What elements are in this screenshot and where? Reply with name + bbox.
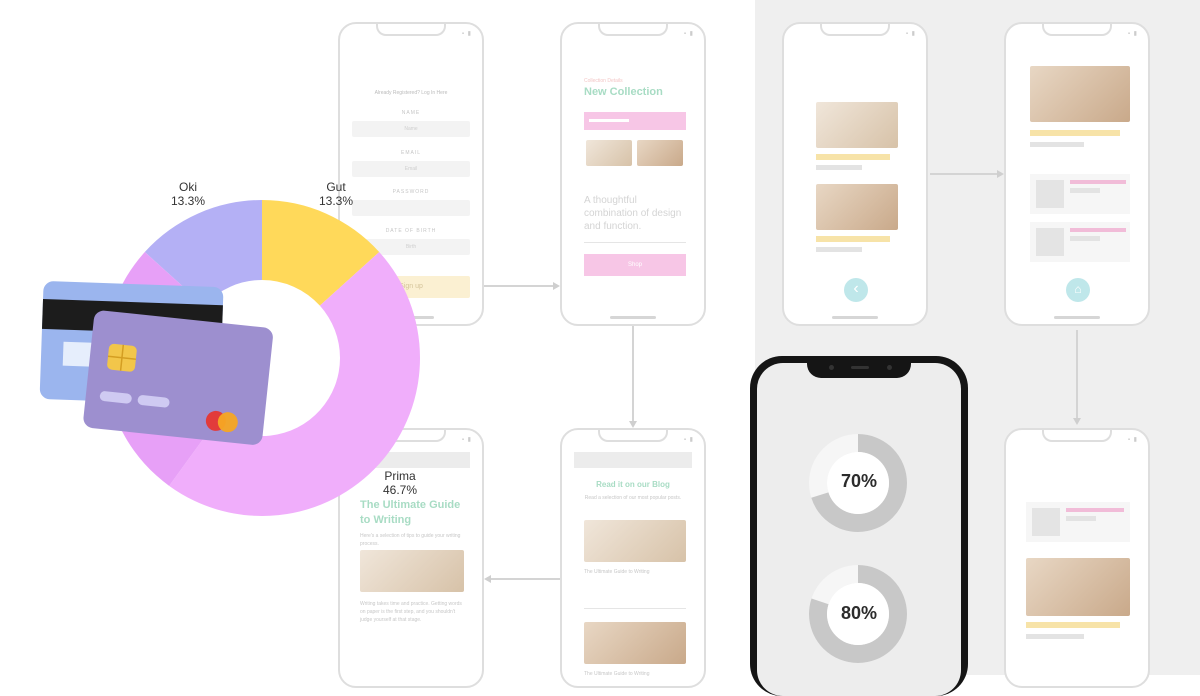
iphone-screen: 70% 80%	[757, 363, 961, 696]
progress-label-80: 80%	[840, 603, 878, 623]
slice-name: Oki	[179, 180, 197, 194]
slice-percent: 13.3%	[318, 194, 354, 208]
progress-rings	[809, 434, 907, 663]
slice-percent: 13.3%	[170, 194, 206, 208]
slice-name: Gut	[326, 180, 346, 194]
credit-cards-illustration	[39, 281, 273, 445]
iphone-notch	[807, 356, 911, 378]
slice-name: Prima	[384, 469, 416, 483]
iphone-device: 70% 80%	[750, 356, 968, 696]
chart-label-prima: Prima 46.7%	[372, 469, 428, 497]
progress-label-70: 70%	[840, 471, 878, 491]
slice-percent: 46.7%	[382, 483, 418, 497]
chart-label-gut: Gut 13.3%	[308, 180, 364, 208]
purple-credit-card	[83, 310, 273, 445]
chart-label-oki: Oki 13.3%	[160, 180, 216, 208]
